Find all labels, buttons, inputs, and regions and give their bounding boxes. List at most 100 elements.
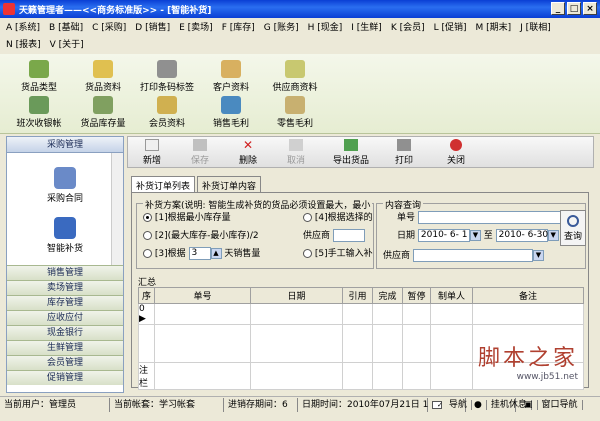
nav-body: 采购合同 智能补货 (7, 153, 123, 265)
plan-option-2[interactable]: [2](最大库存-最小库存)/2 (143, 228, 259, 241)
retail-profit-button[interactable]: 零售毛利 (260, 96, 330, 129)
customer-info-button[interactable]: 客户资料 (196, 60, 266, 93)
order-no-row: 单号 (397, 210, 568, 224)
contract-icon (54, 167, 76, 189)
nav-sales[interactable]: 销售管理 (7, 265, 123, 280)
product-type-button[interactable]: 货品类型 (4, 60, 74, 93)
nav-header-purchase[interactable]: 采购管理 (7, 137, 123, 153)
nav-inventory[interactable]: 库存管理 (7, 295, 123, 310)
radio-option-1[interactable] (143, 213, 152, 222)
export-icon (344, 139, 358, 151)
table-header-row: 序 单号 日期 引用 完成 暂停 制单人 备注 (138, 287, 584, 304)
date-from-dropdown[interactable]: ▼ (469, 230, 481, 241)
query-supplier-input[interactable] (412, 249, 533, 262)
save-icon (193, 139, 207, 151)
nav-cash-bank[interactable]: 现金银行 (7, 325, 123, 340)
content-query-group: 内容查询 单号 日期 2010- 6- 1 ▼ 至 2010- 6-30 ▼ 供应商… (376, 198, 586, 269)
close-window-button[interactable]: × (583, 2, 597, 15)
menu-item-reports[interactable]: N [报表] (6, 38, 41, 52)
hangup-button[interactable]: ● 挂机休息 (466, 397, 532, 412)
menu-item-fresh[interactable]: I [生鲜] (351, 21, 382, 35)
days-input[interactable]: 3 (188, 247, 211, 260)
plan-option-1[interactable]: [1]根据最小库存量 (143, 210, 231, 223)
radio-option-5[interactable] (303, 249, 312, 258)
member-info-button[interactable]: 会员资料 (132, 96, 202, 129)
menu-item-system[interactable]: A [系统] (6, 21, 40, 35)
query-supplier-row: 供应商 ▼ (383, 248, 544, 262)
query-supplier-dropdown[interactable]: ▼ (532, 250, 544, 261)
minimize-button[interactable]: _ (551, 2, 565, 15)
col-reference: 引用 (342, 287, 373, 304)
nav-scrollbar[interactable] (111, 153, 123, 265)
shift-cash-account-button[interactable]: 班次收银帐 (4, 96, 74, 129)
menu-item-basic[interactable]: B [基础] (49, 21, 83, 35)
menu-item-sales[interactable]: D [销售] (135, 21, 170, 35)
date-to-dropdown[interactable]: ▼ (547, 230, 559, 241)
menu-item-purchase[interactable]: C [采购] (92, 21, 126, 35)
nav-fresh[interactable]: 生鲜管理 (7, 340, 123, 355)
title-bar: 天籁管理者——<<商务标准版>> - [智能补货] _ □ × (0, 0, 600, 18)
cash-register-icon (29, 96, 49, 114)
menu-item-member[interactable]: K [会员] (391, 21, 425, 35)
plan-option-4[interactable]: [4]根据选择的 (303, 210, 373, 223)
menu-item-accounts[interactable]: G [账务] (264, 21, 299, 35)
menu-item-inventory[interactable]: F [库存] (222, 21, 255, 35)
left-nav-panel: 采购管理 采购合同 智能补货 销售管理 卖场管理 库存管理 应收应付 现金银行 … (6, 136, 124, 393)
nav-promotion[interactable]: 促销管理 (7, 370, 123, 385)
menu-item-promotion[interactable]: L [促销] (434, 21, 467, 35)
print-button[interactable]: 打印 (384, 139, 424, 166)
menu-item-store[interactable]: E [卖场] (179, 21, 213, 35)
nav-toggle[interactable]: ✓ 导航 (428, 397, 472, 412)
plan-option-5[interactable]: [5]手工输入补 (303, 246, 373, 259)
nav-store[interactable]: 卖场管理 (7, 280, 123, 295)
printer-icon (397, 139, 411, 151)
barcode-printer-icon (157, 60, 177, 78)
print-barcode-button[interactable]: 打印条码标签 (132, 60, 202, 93)
product-info-icon (93, 60, 113, 78)
radio-option-4[interactable] (303, 213, 312, 222)
save-button[interactable]: 保存 (180, 139, 220, 166)
radio-option-2[interactable] (143, 231, 152, 240)
cancel-icon (289, 139, 303, 151)
stock-icon (93, 96, 113, 114)
nav-item-smart-replenish[interactable]: 智能补货 (7, 217, 123, 254)
watermark: 脚本之家 www.jb51.net (477, 346, 578, 382)
close-button[interactable]: 关闭 (436, 139, 476, 166)
row-index: 0 ▶ (138, 303, 155, 325)
plan-option-3[interactable]: [3]根据 3 ▲ 天销售量 (143, 246, 260, 260)
date-to-input[interactable]: 2010- 6-30 (495, 229, 548, 242)
window-nav-icon: ▣ (520, 399, 538, 410)
supplier-info-button[interactable]: 供应商资料 (260, 60, 330, 93)
product-info-button[interactable]: 货品资料 (68, 60, 138, 93)
window-nav-button[interactable]: ▣ 窗口导航 (516, 398, 583, 412)
sales-profit-button[interactable]: 销售毛利 (196, 96, 266, 129)
export-products-button[interactable]: 导出货品 (324, 139, 378, 166)
delete-icon: ✕ (242, 138, 254, 152)
menu-item-lianxiang[interactable]: J [联相] (520, 21, 551, 35)
menu-item-period-end[interactable]: M [期末] (476, 21, 512, 35)
stock-quantity-button[interactable]: 货品库存量 (68, 96, 138, 129)
query-button[interactable]: 查询 (560, 210, 586, 246)
status-account: 当前帐套：学习帐套 (110, 397, 224, 412)
col-creator: 制单人 (430, 287, 473, 304)
sales-profit-icon (221, 96, 241, 114)
status-datetime: 日期时间：2010年07月21日 1 (298, 397, 428, 412)
menu-item-cash[interactable]: H [现金] (308, 21, 343, 35)
nav-receivable-payable[interactable]: 应收应付 (7, 310, 123, 325)
maximize-button[interactable]: □ (567, 2, 581, 15)
nav-member[interactable]: 会员管理 (7, 355, 123, 370)
table-row[interactable]: 0 ▶ (138, 303, 584, 325)
radio-option-3[interactable] (143, 249, 152, 258)
delete-button[interactable]: ✕ 删除 (228, 139, 268, 166)
new-button[interactable]: 新增 (132, 139, 172, 166)
magnifier-icon (567, 215, 579, 227)
col-index: 序 (138, 287, 155, 304)
cancel-button[interactable]: 取消 (276, 139, 316, 166)
plan-supplier-input[interactable] (332, 229, 365, 242)
nav-item-purchase-contract[interactable]: 采购合同 (7, 167, 123, 204)
order-no-input[interactable] (417, 211, 568, 224)
menu-item-about[interactable]: V [关于] (50, 38, 84, 52)
date-from-input[interactable]: 2010- 6- 1 (417, 229, 470, 242)
days-spinner[interactable]: ▲ (210, 248, 222, 259)
new-doc-icon (145, 139, 159, 151)
